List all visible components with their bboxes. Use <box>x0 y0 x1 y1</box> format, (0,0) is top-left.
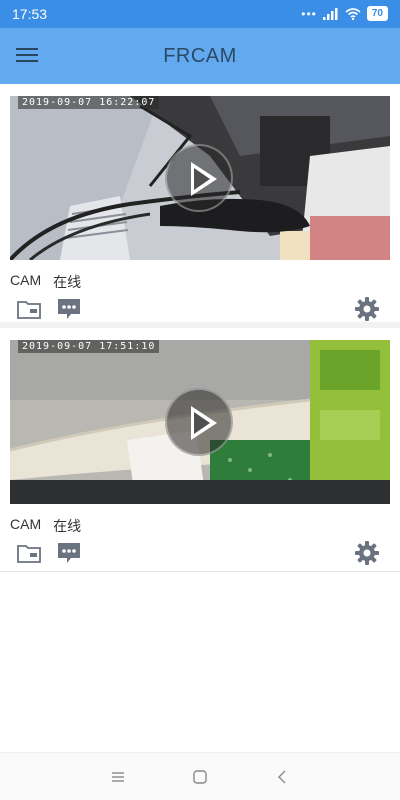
camera-preview[interactable]: 2019-09-07 17:51:10 <box>10 340 390 504</box>
device-info: CAM 在线 <box>10 516 81 536</box>
home-icon[interactable] <box>190 767 210 787</box>
device-name: CAM <box>10 516 42 532</box>
device-actions <box>0 296 400 324</box>
folder-icon[interactable] <box>16 540 42 566</box>
gear-icon[interactable] <box>354 540 380 566</box>
status-icons: ••• 70 <box>301 6 388 21</box>
device-status: 在线 <box>53 518 82 534</box>
device-name: CAM <box>10 272 42 288</box>
app-title: FRCAM <box>163 45 237 67</box>
device-card: 2019-09-07 17:51:10 CAM 在线 <box>0 328 400 572</box>
play-icon[interactable] <box>165 388 233 456</box>
device-status: 在线 <box>53 274 82 290</box>
message-icon[interactable] <box>56 296 82 322</box>
signal-dots: ••• <box>301 6 317 21</box>
gear-icon[interactable] <box>354 296 380 322</box>
snapshot-timestamp: 2019-09-07 16:22:07 <box>18 96 160 109</box>
battery-indicator: 70 <box>366 6 388 21</box>
device-actions <box>0 540 400 568</box>
message-icon[interactable] <box>56 540 82 566</box>
camera-preview[interactable]: 2019-09-07 16:22:07 <box>10 96 390 260</box>
wifi-icon <box>345 7 361 20</box>
app-bar: FRCAM <box>0 28 400 84</box>
system-nav-bar <box>0 752 400 800</box>
recent-apps-icon[interactable] <box>108 767 128 787</box>
device-card: 2019-09-07 16:22:07 CAM 在线 <box>0 84 400 328</box>
status-bar: 17:53 ••• 70 <box>0 0 400 28</box>
back-icon[interactable] <box>272 767 292 787</box>
play-icon[interactable] <box>165 144 233 212</box>
cell-signal-icon <box>322 7 338 20</box>
status-time: 17:53 <box>12 6 48 22</box>
device-info: CAM 在线 <box>10 272 81 292</box>
snapshot-timestamp: 2019-09-07 17:51:10 <box>18 340 160 353</box>
folder-icon[interactable] <box>16 296 42 322</box>
